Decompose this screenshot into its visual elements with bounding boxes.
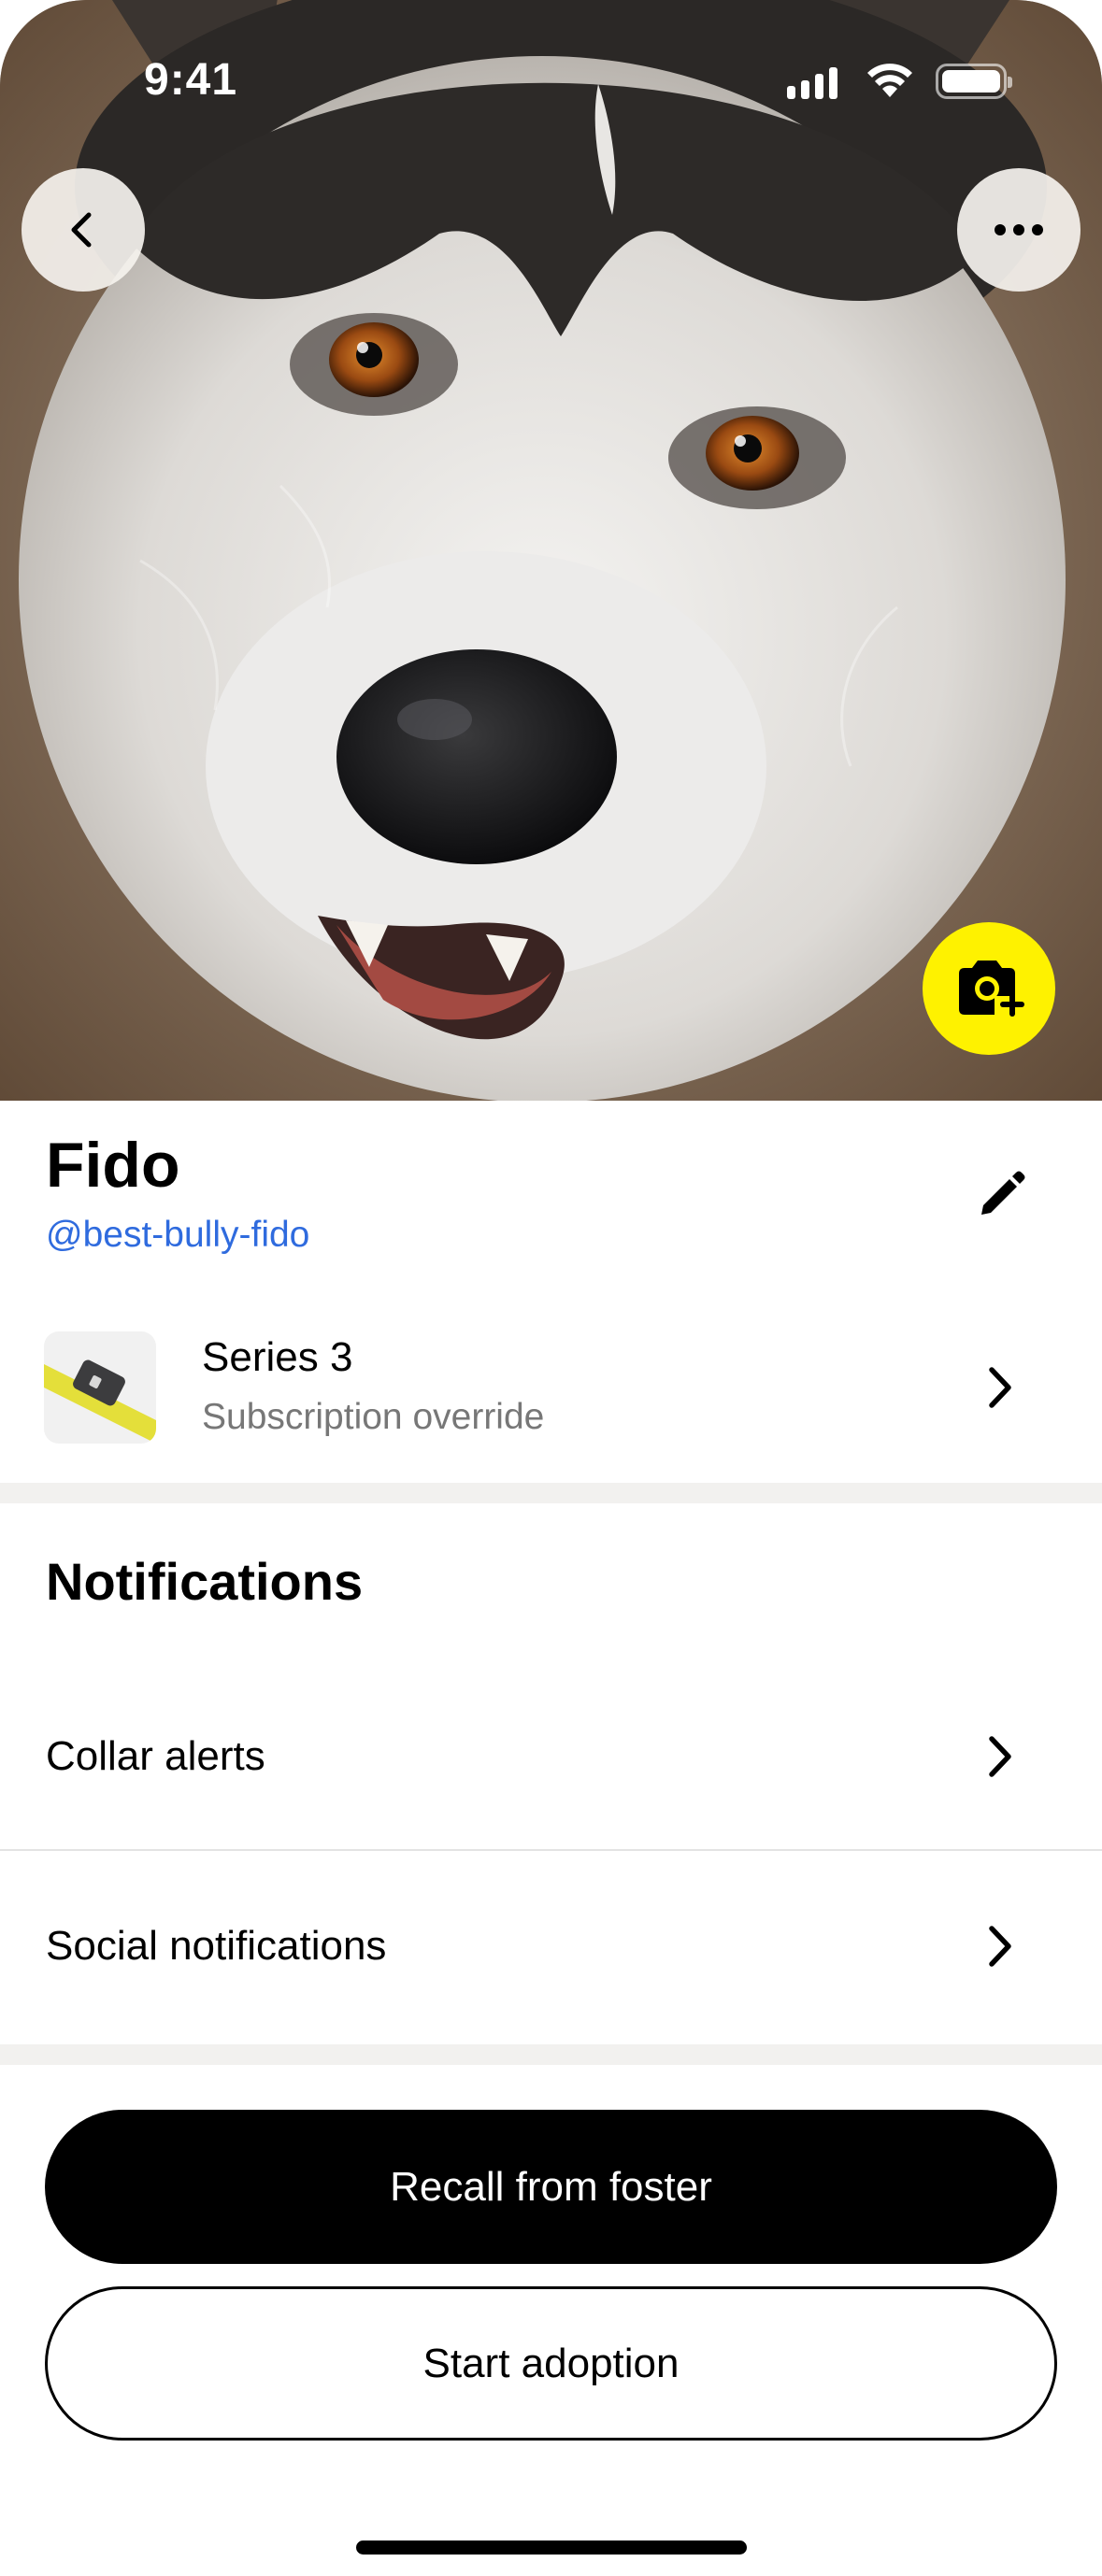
list-item-label: Collar alerts	[46, 1733, 265, 1779]
section-divider	[0, 1483, 1102, 1503]
pencil-icon	[981, 1171, 1025, 1215]
ellipsis-icon	[995, 224, 1043, 235]
add-photo-button[interactable]	[923, 922, 1055, 1055]
home-indicator	[356, 2540, 747, 2555]
pet-handle[interactable]: @best-bully-fido	[46, 1215, 309, 1256]
section-divider	[0, 2044, 1102, 2065]
list-item-label: Social notifications	[46, 1923, 387, 1969]
screen: 9:41 Fido @best-bully-fido Series 3 Subs…	[0, 0, 1102, 2576]
pet-photo	[0, 0, 1102, 1101]
chevron-right-icon	[972, 1918, 1028, 1974]
battery-icon	[936, 64, 1012, 99]
edit-profile-button[interactable]	[963, 1159, 1038, 1233]
chevron-right-icon	[972, 1729, 1028, 1785]
chevron-left-icon	[71, 212, 92, 248]
row-divider	[0, 1849, 1102, 1851]
start-adoption-button[interactable]: Start adoption	[45, 2286, 1057, 2441]
list-item-social-notifications[interactable]: Social notifications	[0, 1853, 1102, 2040]
status-time: 9:41	[144, 55, 238, 105]
recall-from-foster-button[interactable]: Recall from foster	[45, 2110, 1057, 2264]
chevron-right-icon	[972, 1359, 1028, 1416]
device-row[interactable]: Series 3 Subscription override	[0, 1317, 1102, 1458]
wifi-icon	[867, 64, 912, 97]
collar-device-image	[44, 1331, 156, 1444]
status-bar: 9:41	[0, 0, 1102, 164]
device-subtitle: Subscription override	[202, 1397, 545, 1437]
husky-dog-photo	[0, 0, 1102, 1101]
device-title: Series 3	[202, 1334, 353, 1380]
list-item-collar-alerts[interactable]: Collar alerts	[0, 1663, 1102, 1850]
pet-name: Fido	[46, 1130, 180, 1201]
more-options-button[interactable]	[957, 168, 1081, 292]
camera-plus-icon	[959, 961, 1024, 1017]
notifications-heading: Notifications	[46, 1552, 364, 1611]
back-button[interactable]	[21, 168, 145, 292]
cellular-signal-icon	[787, 65, 837, 99]
